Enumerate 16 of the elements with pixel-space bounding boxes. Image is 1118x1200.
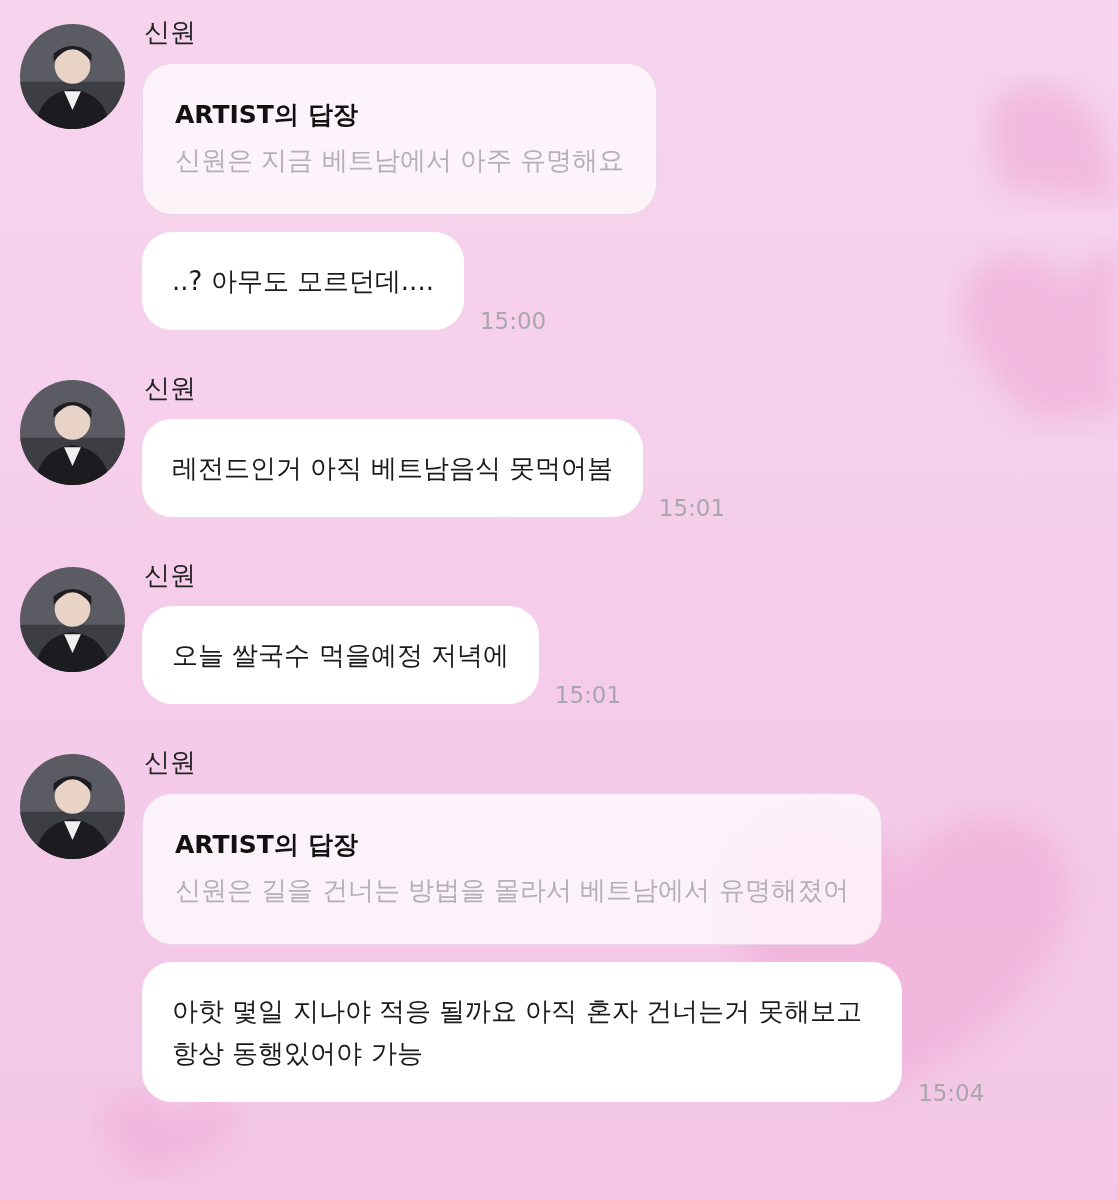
timestamp: 15:00 [479, 308, 547, 334]
message-bubble: ..? 아무도 모르던데.... [142, 232, 464, 330]
message-bubble: 오늘 쌀국수 먹을예정 저녁에 [142, 606, 539, 704]
sender-name: 신원 [144, 16, 197, 49]
message-bubble: 아핫 몇일 지나야 적응 될까요 아직 혼자 건너는거 못해보고 항상 동행있어야 가능 [142, 962, 902, 1102]
timestamp: 15:01 [658, 495, 726, 521]
quoted-message: 신원은 길을 건너는 방법을 몰라서 베트남에서 유명해졌어 [175, 874, 849, 907]
quoted-message: 신원은 지금 베트남에서 아주 유명해요 [175, 144, 625, 177]
message-bubble: 레전드인거 아직 베트남음식 못먹어봄 [142, 419, 643, 517]
timestamp: 15:04 [918, 1080, 985, 1106]
sender-name: 신원 [144, 372, 197, 405]
reply-title: ARTIST의 답장 [175, 829, 359, 861]
sender-name: 신원 [144, 746, 197, 779]
sender-name: 신원 [144, 559, 197, 592]
timestamp: 15:01 [554, 682, 622, 708]
reply-title: ARTIST의 답장 [175, 99, 359, 131]
